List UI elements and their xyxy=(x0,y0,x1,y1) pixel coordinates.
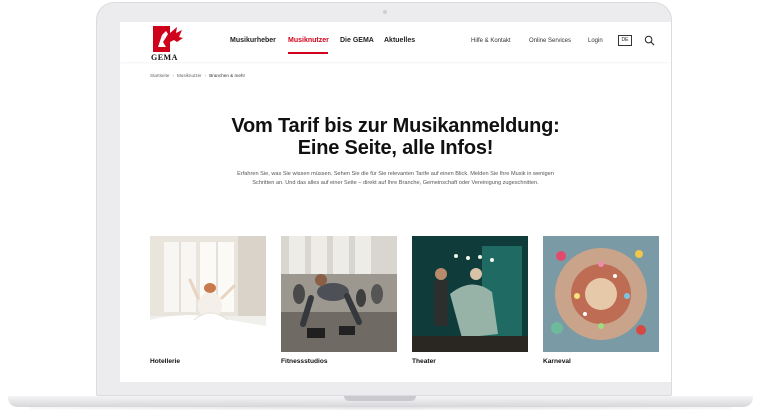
card-label: Hotellerie xyxy=(150,358,181,365)
page-title-line1: Vom Tarif bis zur Musikanmeldung: xyxy=(231,115,560,137)
nav-musiknutzer[interactable]: Musiknutzer xyxy=(288,37,329,44)
nav-die-gema[interactable]: Die GEMA xyxy=(340,37,374,44)
card-label: Fitnessstudios xyxy=(281,358,328,365)
logo-wordmark: GEMA xyxy=(151,53,178,62)
fitnessstudios-image xyxy=(281,236,397,352)
link-hilfe-kontakt[interactable]: Hilfe & Kontakt xyxy=(471,38,511,44)
camera-icon xyxy=(383,10,387,14)
breadcrumb-musiknutzer[interactable]: Musiknutzer xyxy=(177,73,202,78)
breadcrumb-separator: › xyxy=(172,73,174,78)
link-login[interactable]: Login xyxy=(588,38,603,44)
card-theater[interactable]: Theater xyxy=(412,236,528,365)
gema-logo-icon xyxy=(153,26,183,52)
site-header: GEMA Musikurheber Musiknutzer Die GEMA A… xyxy=(120,22,671,62)
card-label: Theater xyxy=(412,358,436,365)
search-icon[interactable] xyxy=(644,35,655,46)
breadcrumb-startseite[interactable]: Startseite xyxy=(150,73,169,78)
breadcrumb-separator: › xyxy=(204,73,207,78)
card-karneval[interactable]: Karneval xyxy=(543,236,659,365)
card-label: Karneval xyxy=(543,358,571,365)
page-title: Vom Tarif bis zur Musikanmeldung: Eine S… xyxy=(120,115,671,159)
card-fitnessstudios[interactable]: Fitnessstudios xyxy=(281,236,397,365)
active-nav-indicator xyxy=(288,52,328,54)
gema-logo[interactable]: GEMA xyxy=(151,26,187,62)
language-switch[interactable]: DE xyxy=(618,35,632,46)
link-online-services[interactable]: Online Services xyxy=(529,38,571,44)
page-title-line2: Eine Seite, alle Infos! xyxy=(297,137,494,159)
breadcrumb: Startseite › Musiknutzer › Branchen & mehr xyxy=(150,73,245,78)
theater-image xyxy=(412,236,528,352)
hotellerie-image xyxy=(150,236,266,352)
laptop-notch xyxy=(344,396,416,401)
nav-aktuelles[interactable]: Aktuelles xyxy=(384,37,415,44)
karneval-image xyxy=(543,236,659,352)
card-hotellerie[interactable]: Hotellerie xyxy=(150,236,266,365)
nav-musikurheber[interactable]: Musikurheber xyxy=(230,37,276,44)
breadcrumb-current: Branchen & mehr xyxy=(209,73,245,78)
website-screen: GEMA Musikurheber Musiknutzer Die GEMA A… xyxy=(120,22,671,382)
intro-text: Erfahren Sie, was Sie wissen müssen. Seh… xyxy=(237,171,554,186)
